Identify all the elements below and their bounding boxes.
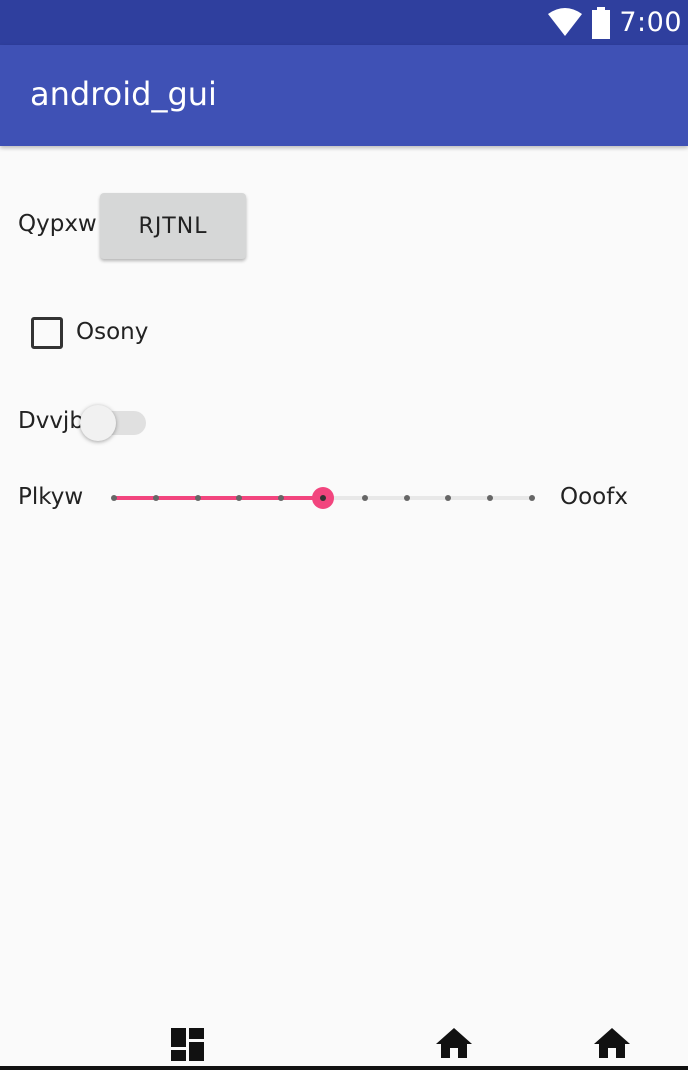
slider-tick bbox=[111, 495, 117, 501]
slider-tick bbox=[445, 495, 452, 501]
slider-tick bbox=[361, 495, 368, 501]
home-icon[interactable] bbox=[594, 1028, 630, 1058]
switch-thumb[interactable] bbox=[80, 405, 116, 441]
slider[interactable] bbox=[111, 485, 535, 511]
nav-bar-line bbox=[0, 1066, 688, 1070]
home-icon[interactable] bbox=[436, 1028, 472, 1058]
slider-tick bbox=[194, 495, 201, 501]
osony-checkbox[interactable] bbox=[31, 317, 63, 349]
slider-tick bbox=[278, 495, 285, 501]
nav-bar bbox=[0, 1020, 688, 1070]
slider-tick bbox=[487, 495, 494, 501]
slider-tick bbox=[529, 495, 535, 501]
switch-label: Dvvjb bbox=[18, 408, 84, 434]
dashboard-icon[interactable] bbox=[171, 1028, 204, 1061]
checkbox-label[interactable]: Osony bbox=[76, 319, 148, 345]
battery-icon bbox=[592, 6, 611, 39]
slider-track-fill bbox=[114, 496, 323, 500]
slider-thumb-dot bbox=[320, 495, 326, 501]
status-bar: 7:00 bbox=[0, 0, 688, 45]
app-title: android_gui bbox=[30, 75, 217, 113]
slider-tick bbox=[403, 495, 410, 501]
slider-tick bbox=[152, 495, 159, 501]
wifi-icon bbox=[548, 7, 583, 36]
row1-label: Qypxw bbox=[18, 211, 97, 237]
slider-left-label: Plkyw bbox=[18, 484, 84, 510]
slider-right-label: Ooofx bbox=[560, 484, 628, 510]
content-area: Qypxw RJTNL Osony Dvvjb Plkyw Ooofx bbox=[0, 146, 688, 1036]
app-bar: android_gui bbox=[0, 45, 688, 146]
slider-tick bbox=[236, 495, 243, 501]
rjtnl-button[interactable]: RJTNL bbox=[100, 193, 246, 259]
status-time: 7:00 bbox=[619, 7, 682, 38]
status-icons: 7:00 bbox=[547, 0, 682, 45]
slider-thumb[interactable] bbox=[312, 487, 334, 509]
